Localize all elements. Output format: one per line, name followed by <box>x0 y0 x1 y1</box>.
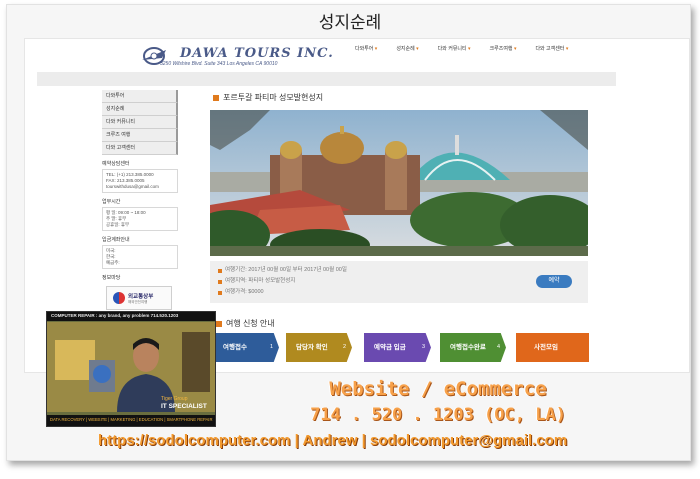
info-title: 정보마당 <box>102 275 121 281</box>
account-box: 미국: 한국: 예금주: <box>102 245 178 269</box>
sidebar-item[interactable]: 다와 고객센터 <box>102 142 178 155</box>
chevron-down-icon: ▾ <box>513 46 517 52</box>
sidebar-item[interactable]: 다와 커뮤니티 <box>102 116 178 129</box>
sidebar-item[interactable]: 크루즈 여행 <box>102 129 178 142</box>
logo-address: 3250 Wilshire Blvd. Suite 343 Los Angele… <box>160 61 278 67</box>
top-nav: 다와투어 ▾ 성지순례 ▾ 다와 커뮤니티 ▾ 크루즈여행 ▾ 다와 고객센터 … <box>355 45 587 52</box>
sidebar: 다와투어 성지순례 다와 커뮤니티 크루즈 여행 다와 고객센터 예약상담센터 … <box>102 90 178 310</box>
card-brand: Tiger Group <box>161 396 188 402</box>
bullet-square-icon <box>218 268 222 273</box>
topnav-item[interactable]: 다와 고객센터 ▾ <box>535 45 568 52</box>
tour-info-box: 여행기간: 2017년 00월 00일 부터 2017년 00월 00일 여행지… <box>210 261 588 303</box>
reserve-button[interactable]: 예약 <box>536 275 572 288</box>
basilica-photo <box>210 110 588 256</box>
topnav-item[interactable]: 크루즈여행 ▾ <box>490 45 517 52</box>
nav-divider-bar <box>37 72 616 86</box>
bullet-square-icon <box>216 320 222 327</box>
chevron-down-icon: ▾ <box>468 46 471 52</box>
hours-title: 업무시간 <box>102 199 121 205</box>
topnav-item[interactable]: 성지순례 ▾ <box>396 45 418 52</box>
card-bottom-line: DATA RECOVERY | WEBSITE | MARKETING | ED… <box>50 417 213 422</box>
mofa-badge[interactable]: 외교통상부 해외안전여행 <box>106 286 172 310</box>
topnav-item[interactable]: 다와 커뮤니티 ▾ <box>438 45 471 52</box>
contact-box: TEL: (+1) 213.385.0000 FAX: 213.385.0005… <box>102 169 178 193</box>
promo-website: Website / eCommerce <box>329 378 547 400</box>
topnav-item[interactable]: 다와투어 ▾ <box>355 45 377 52</box>
step-1[interactable]: 여행접수 1 <box>213 333 279 362</box>
promo-phone: 714 . 520 . 1203 (OC, LA) <box>310 405 566 425</box>
sidebar-item[interactable]: 다와투어 <box>102 90 178 103</box>
promo-contact[interactable]: https://sodolcomputer.com | Andrew | sod… <box>98 432 698 449</box>
info-row-period: 여행기간: 2017년 00월 00일 부터 2017년 00월 00일 <box>218 265 588 276</box>
hours-box: 평 일: 09:00 ~ 18:00 주 말: 휴무 공휴일: 휴무 <box>102 207 178 231</box>
card-role: IT SPECIALIST <box>161 403 207 410</box>
sidebar-item[interactable]: 성지순례 <box>102 103 178 116</box>
card-top-line: COMPUTER REPAIR : any brand, any problem… <box>51 313 179 318</box>
bullet-square-icon <box>218 290 222 295</box>
basilica-image <box>210 110 588 256</box>
chevron-down-icon: ▾ <box>565 46 569 52</box>
info-row-region: 여행지역: 파티마 성모발현성지 <box>218 276 588 287</box>
application-steps: 여행접수 1 담당자 확인 2 예약금 입금 3 여행접수완료 4 사전모임 <box>213 333 589 362</box>
step-5[interactable]: 사전모임 <box>516 333 589 362</box>
site-logo[interactable]: DAWA TOURS INC. 3250 Wilshire Blvd. Suit… <box>140 44 333 70</box>
step-3[interactable]: 예약금 입금 3 <box>364 333 431 362</box>
business-card-photo: COMPUTER REPAIR : any brand, any problem… <box>46 311 216 427</box>
contact-title: 예약상담센터 <box>102 161 130 167</box>
chevron-down-icon: ▾ <box>374 46 378 52</box>
step-2[interactable]: 담당자 확인 2 <box>286 333 352 362</box>
content-heading: 포르투갈 파티마 성모발현성지 <box>213 92 323 103</box>
page-title: 성지순례 <box>318 13 382 33</box>
info-row-price: 여행가격: $0000 <box>218 287 588 298</box>
step-4[interactable]: 여행접수완료 4 <box>440 333 506 362</box>
bullet-square-icon <box>218 279 222 284</box>
taegeuk-icon <box>113 292 125 304</box>
logo-name: DAWA TOURS INC. <box>180 46 334 61</box>
bullet-square-icon <box>213 94 219 101</box>
guide-heading: 여행 신청 안내 <box>216 318 275 329</box>
account-title: 입금계좌안내 <box>102 237 130 243</box>
chevron-down-icon: ▾ <box>416 46 419 52</box>
